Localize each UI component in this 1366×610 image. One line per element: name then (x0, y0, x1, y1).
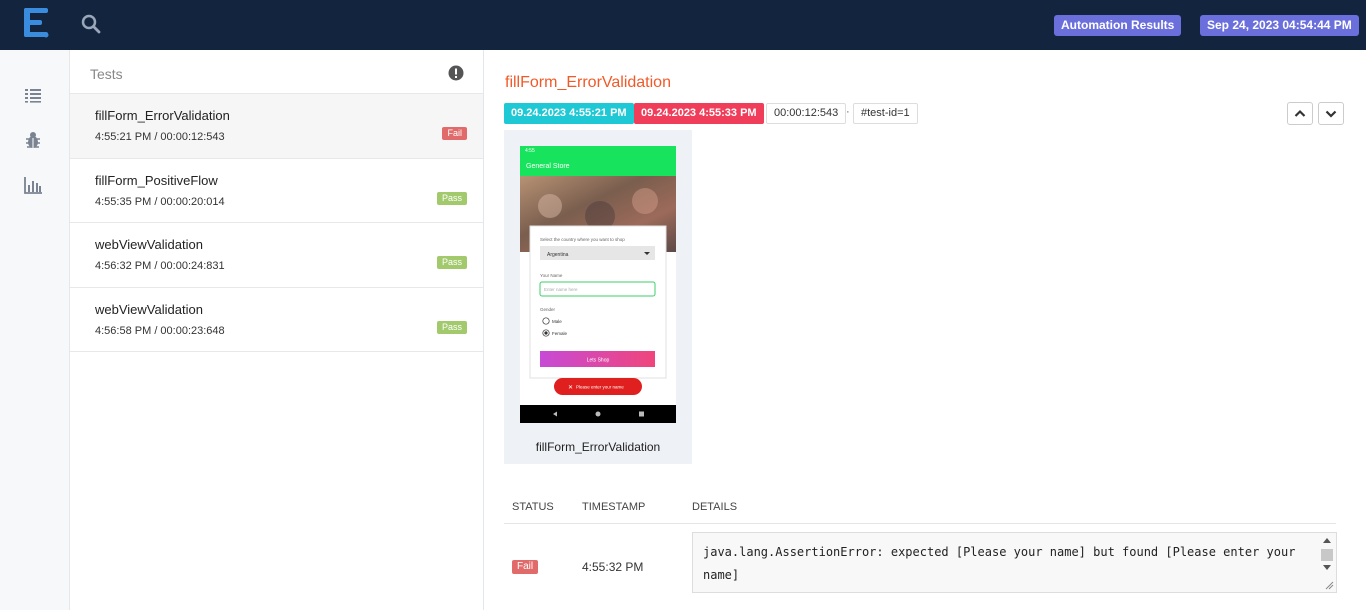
bar-chart-icon[interactable] (22, 174, 44, 196)
status-badge: Pass (436, 256, 467, 269)
phone-screen-image: 4:55 General Store Select the country wh… (520, 146, 676, 423)
app-logo-icon[interactable] (22, 6, 50, 40)
list-icon[interactable] (22, 84, 44, 106)
test-list-item[interactable]: webViewValidation 4:56:58 PM / 00:00:23:… (70, 288, 483, 352)
status-badge: Fail (442, 127, 467, 140)
name-placeholder: Enter name here (544, 287, 578, 292)
previous-test-button[interactable] (1287, 102, 1313, 125)
country-value: Argentina (547, 252, 569, 258)
info-icon[interactable] (448, 65, 464, 81)
status-badge: Pass (436, 191, 467, 205)
phone-screenshot[interactable]: 4:55 General Store Select the country wh… (520, 146, 676, 423)
test-time-duration: 4:56:32 PM / 00:00:24:831 (95, 260, 225, 272)
test-name: webViewValidation (95, 237, 203, 252)
error-toast: Please enter your name (576, 385, 624, 390)
details-column-header: DETAILS (692, 501, 738, 513)
screenshot-caption: fillForm_ErrorValidation (535, 440, 661, 454)
test-time-duration: 4:56:58 PM / 00:00:23:648 (95, 324, 225, 337)
test-time-duration: 4:55:21 PM / 00:00:12:543 (95, 131, 225, 143)
test-id-chip: #test-id=1 (853, 103, 918, 124)
automation-results-badge: Automation Results (1054, 15, 1182, 36)
svg-text:✕: ✕ (568, 384, 573, 391)
tests-panel: Tests fillForm_ErrorValidation 4:55:21 P… (70, 50, 484, 610)
test-list-item[interactable]: fillForm_ErrorValidation 4:55:21 PM / 00… (70, 94, 483, 159)
test-list-item[interactable]: webViewValidation 4:56:32 PM / 00:00:24:… (70, 223, 483, 288)
table-row: Fail 4:55:32 PM java.lang.AssertionError… (504, 524, 1337, 610)
end-time-chip: 09.24.2023 4:55:33 PM (634, 103, 764, 124)
next-test-button[interactable] (1318, 102, 1344, 125)
phone-status-time: 4:55 (525, 148, 535, 154)
test-name: fillForm_PositiveFlow (95, 172, 218, 188)
top-bar: Automation Results Sep 24, 2023 04:54:44… (0, 0, 1366, 50)
error-details-text: java.lang.AssertionError: expected [Plea… (703, 545, 1296, 582)
test-time-duration: 4:55:35 PM / 00:00:20:014 (95, 195, 225, 208)
chip-separator: · (846, 106, 850, 118)
tests-panel-title: Tests (90, 66, 123, 82)
status-badge: Fail (512, 560, 539, 574)
search-icon[interactable] (80, 13, 102, 35)
start-time-chip: 09.24.2023 4:55:21 PM (504, 103, 634, 124)
chevron-down-icon (1325, 110, 1337, 118)
male-option: Male (552, 319, 562, 324)
test-detail-title: fillForm_ErrorValidation (505, 74, 671, 91)
log-timestamp: 4:55:32 PM (582, 560, 644, 574)
left-nav (0, 50, 70, 610)
test-detail-panel: fillForm_ErrorValidation 09.24.2023 4:55… (484, 50, 1366, 610)
status-badge: Pass (436, 320, 467, 334)
bug-icon[interactable] (22, 129, 44, 151)
report-datetime-badge: Sep 24, 2023 04:54:44 PM (1200, 15, 1359, 36)
test-name: fillForm_ErrorValidation (95, 108, 230, 123)
tests-panel-header: Tests (70, 50, 483, 94)
lets-shop-button: Lets Shop (587, 358, 610, 364)
country-prompt: Select the country where you want to sho… (540, 237, 625, 242)
details-scrollbar[interactable] (1320, 535, 1334, 590)
screenshot-card[interactable]: 4:55 General Store Select the country wh… (504, 130, 692, 464)
female-option: Female (552, 331, 568, 336)
status-column-header: STATUS (512, 501, 554, 513)
chevron-up-icon (1294, 109, 1306, 117)
name-label: Your Name (540, 273, 563, 278)
duration-chip: 00:00:12:543 (766, 103, 847, 124)
gender-label: Gender (540, 307, 556, 312)
app-title: General Store (526, 163, 570, 170)
timestamp-column-header: TIMESTAMP (582, 501, 646, 513)
log-table-header: STATUS TIMESTAMP DETAILS (504, 490, 1336, 524)
test-list-item[interactable]: fillForm_PositiveFlow 4:55:35 PM / 00:00… (70, 159, 483, 223)
error-details-textarea[interactable]: java.lang.AssertionError: expected [Plea… (692, 532, 1337, 593)
test-name: webViewValidation (95, 301, 203, 317)
